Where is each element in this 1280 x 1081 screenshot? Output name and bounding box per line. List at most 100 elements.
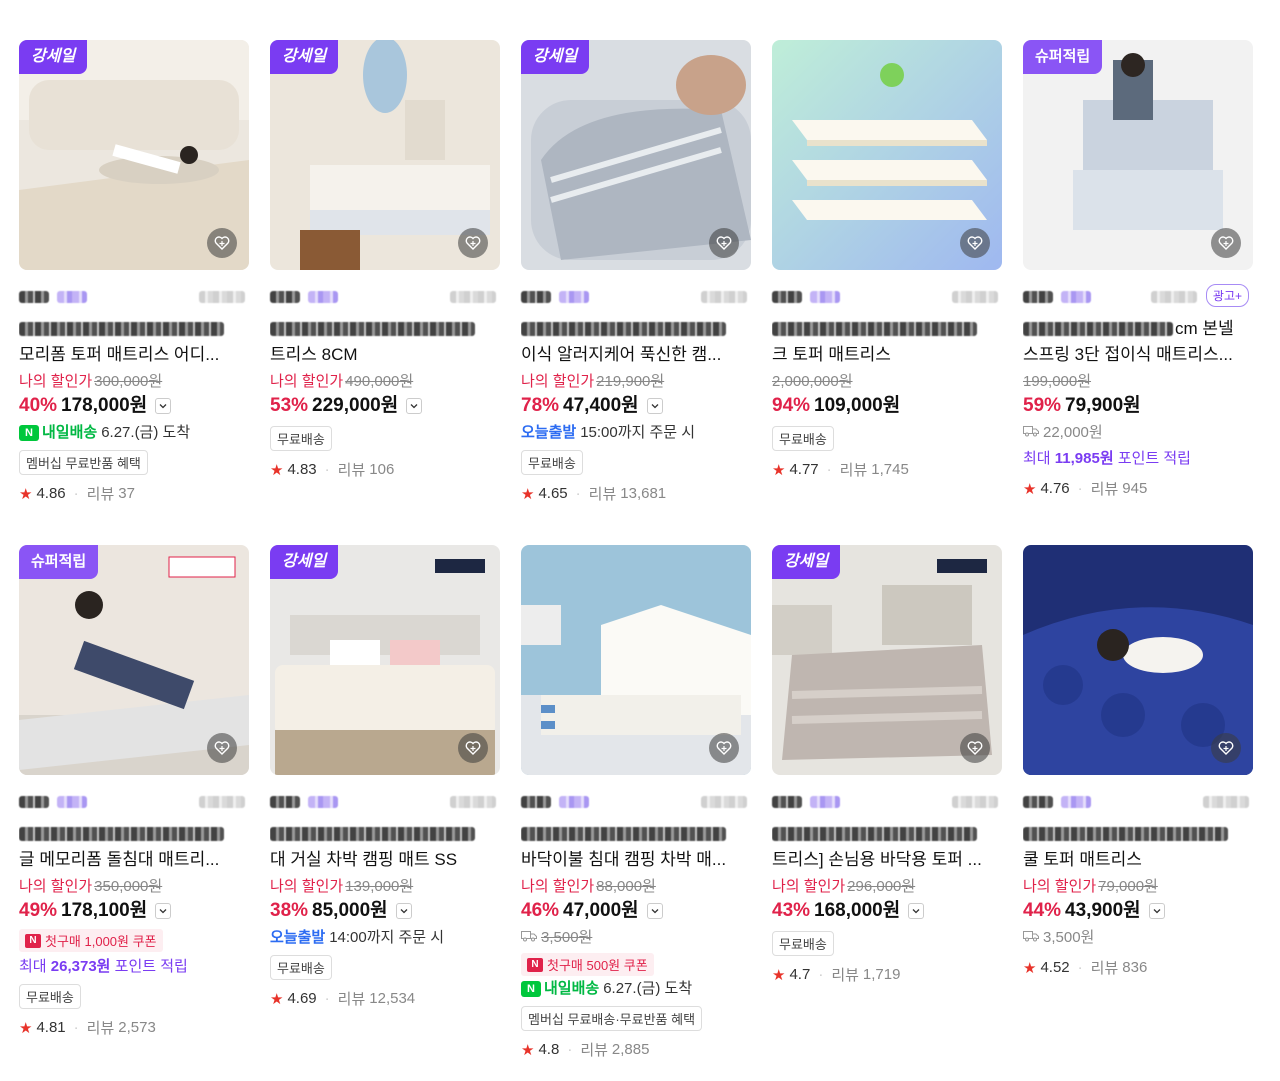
rating-row[interactable]: ★ 4.7 · 리뷰 1,719 [772, 964, 1002, 985]
product-image[interactable] [1023, 545, 1253, 775]
product-image[interactable]: 슈퍼적립 [19, 545, 249, 775]
store-grade [559, 796, 589, 808]
store-name [1023, 291, 1053, 303]
ad-tag[interactable]: 광고+ [1205, 284, 1249, 307]
product-card[interactable]: 바닥이불 침대 캠핑 차박 매... 나의 할인가 88,000원 46% 47,000… [521, 545, 751, 1075]
product-card[interactable]: 슈퍼적립 글 메모리폼 돌침대 매트리... 나의 할인가 350,000원 49% 17… [19, 545, 249, 1075]
store-line[interactable] [521, 288, 751, 306]
chevron-down-icon[interactable] [155, 398, 172, 414]
heart-plus-icon[interactable] [960, 228, 990, 258]
separator: · [826, 461, 832, 478]
discount-rate: 43% [772, 900, 811, 921]
star-icon: ★ [521, 1041, 535, 1059]
store-line[interactable] [772, 793, 1002, 811]
rating-value: 4.83 [287, 461, 317, 478]
discount-rate: 46% [521, 900, 560, 921]
sale-price: 43% 168,000원 [772, 897, 1002, 925]
rating-row[interactable]: ★ 4.81 · 리뷰 2,573 [19, 1017, 249, 1038]
product-title[interactable]: 모리폼 토퍼 매트리스 어디... [19, 316, 249, 368]
store-line[interactable] [1023, 793, 1253, 811]
product-card[interactable]: 강세일 트리스 8CM 나의 할인가 490,000원 53% 229,000원 무료배송 ★… [270, 40, 500, 545]
heart-plus-icon[interactable] [709, 228, 739, 258]
chevron-down-icon[interactable] [646, 398, 663, 414]
heart-plus-icon[interactable] [1211, 733, 1241, 763]
product-image[interactable] [521, 545, 751, 775]
heart-plus-icon[interactable] [960, 733, 990, 763]
naver-delivery-icon: N [521, 981, 541, 997]
store-line[interactable] [19, 793, 249, 811]
product-card[interactable]: 강세일 이식 알러지케어 푹신한 캠... 나의 할인가 219,900원 78% 47,… [521, 40, 751, 545]
chevron-down-icon[interactable] [646, 903, 663, 919]
heart-plus-icon[interactable] [709, 733, 739, 763]
product-card[interactable]: 강세일 트리스] 손님용 바닥용 토퍼 ... 나의 할인가 296,000원 43% 1… [772, 545, 1002, 1075]
product-image[interactable]: 강세일 [521, 40, 751, 270]
product-title[interactable]: 바닥이불 침대 캠핑 차박 매... [521, 821, 751, 873]
store-line[interactable] [521, 793, 751, 811]
product-title[interactable]: 글 메모리폼 돌침대 매트리... [19, 821, 249, 873]
discount-rate: 40% [19, 395, 58, 416]
store-name [521, 796, 551, 808]
product-title[interactable]: cm 본넬 스프링 3단 접이식 매트리스... [1023, 316, 1253, 368]
title-line2: 모리폼 토퍼 매트리스 어디... [19, 345, 220, 364]
heart-plus-icon[interactable] [458, 733, 488, 763]
product-title[interactable]: 트리스 8CM [270, 316, 500, 368]
rating-value: 4.52 [1040, 959, 1070, 976]
rating-row[interactable]: ★ 4.77 · 리뷰 1,745 [772, 459, 1002, 480]
store-line[interactable]: 광고+ [1023, 284, 1253, 307]
heart-plus-icon[interactable] [207, 733, 237, 763]
heart-plus-icon[interactable] [458, 228, 488, 258]
separator: · [1077, 480, 1083, 497]
product-title[interactable]: 이식 알러지케어 푹신한 캠... [521, 316, 751, 368]
product-image[interactable]: 강세일 [19, 40, 249, 270]
product-card[interactable]: 강세일 모리폼 토퍼 매트리스 어디... 나의 할인가 300,000원 40% 178… [19, 40, 249, 545]
discount-rate: 78% [521, 395, 560, 416]
benefit-chip: 멤버십 무료반품 혜택 [19, 450, 148, 475]
review-count: 2,573 [118, 1019, 156, 1036]
store-line[interactable] [270, 288, 500, 306]
product-title[interactable]: 트리스] 손님용 바닥용 토퍼 ... [772, 821, 1002, 873]
rating-row[interactable]: ★ 4.52 · 리뷰 836 [1023, 957, 1253, 978]
product-image[interactable] [772, 40, 1002, 270]
rating-row[interactable]: ★ 4.8 · 리뷰 2,885 [521, 1039, 751, 1060]
chevron-down-icon[interactable] [395, 903, 412, 919]
product-image[interactable]: 강세일 [270, 40, 500, 270]
benefit-chip: 무료배송 [772, 426, 834, 451]
rating-row[interactable]: ★ 4.86 · 리뷰 37 [19, 483, 249, 504]
coupon-badge[interactable]: N 첫구매 500원 쿠폰 [521, 953, 654, 976]
heart-plus-icon[interactable] [207, 228, 237, 258]
store-line[interactable] [19, 288, 249, 306]
chevron-down-icon[interactable] [908, 903, 925, 919]
rating-row[interactable]: ★ 4.69 · 리뷰 12,534 [270, 988, 500, 1009]
benefit-chip: 무료배송 [270, 955, 332, 980]
original-price: 490,000원 [345, 373, 414, 390]
heart-plus-icon[interactable] [1211, 228, 1241, 258]
title-line-blurred [772, 827, 977, 841]
title-line1-tail: cm 본넬 [1175, 319, 1234, 338]
store-line[interactable] [772, 288, 1002, 306]
coupon-badge[interactable]: N 첫구매 1,000원 쿠폰 [19, 929, 163, 952]
product-card[interactable]: 강세일 대 거실 차박 캠핑 매트 SS 나의 할인가 139,000원 38% 85,0… [270, 545, 500, 1075]
chevron-down-icon[interactable] [1148, 903, 1165, 919]
review-label: 리뷰 [337, 462, 366, 479]
original-price: 199,000원 [1023, 373, 1092, 390]
star-icon: ★ [270, 990, 284, 1008]
chevron-down-icon[interactable] [406, 398, 423, 414]
product-image[interactable]: 슈퍼적립 [1023, 40, 1253, 270]
product-image[interactable]: 강세일 [270, 545, 500, 775]
discount-rate: 44% [1023, 900, 1062, 921]
product-image[interactable]: 강세일 [772, 545, 1002, 775]
rating-row[interactable]: ★ 4.65 · 리뷰 13,681 [521, 483, 751, 504]
chevron-down-icon[interactable] [155, 903, 172, 919]
separator: · [324, 990, 330, 1007]
product-title[interactable]: 쿨 토퍼 매트리스 [1023, 821, 1253, 873]
rating-row[interactable]: ★ 4.83 · 리뷰 106 [270, 459, 500, 480]
store-line[interactable] [270, 793, 500, 811]
rating-row[interactable]: ★ 4.76 · 리뷰 945 [1023, 478, 1253, 499]
product-card[interactable]: 크 토퍼 매트리스 2,000,000원 94% 109,000원 무료배송 ★ 4.77 ·… [772, 40, 1002, 545]
product-title[interactable]: 대 거실 차박 캠핑 매트 SS [270, 821, 500, 873]
product-card[interactable]: 쿨 토퍼 매트리스 나의 할인가 79,000원 44% 43,900원 3,500원 ★ 4… [1023, 545, 1253, 1075]
title-line-blurred [1023, 322, 1173, 336]
title-line2: 바닥이불 침대 캠핑 차박 매... [521, 850, 727, 869]
product-card[interactable]: 슈퍼적립 광고+ cm 본넬 스프링 3단 접이식 매트리스... 199,000원 59… [1023, 40, 1253, 545]
product-title[interactable]: 크 토퍼 매트리스 [772, 316, 1002, 368]
